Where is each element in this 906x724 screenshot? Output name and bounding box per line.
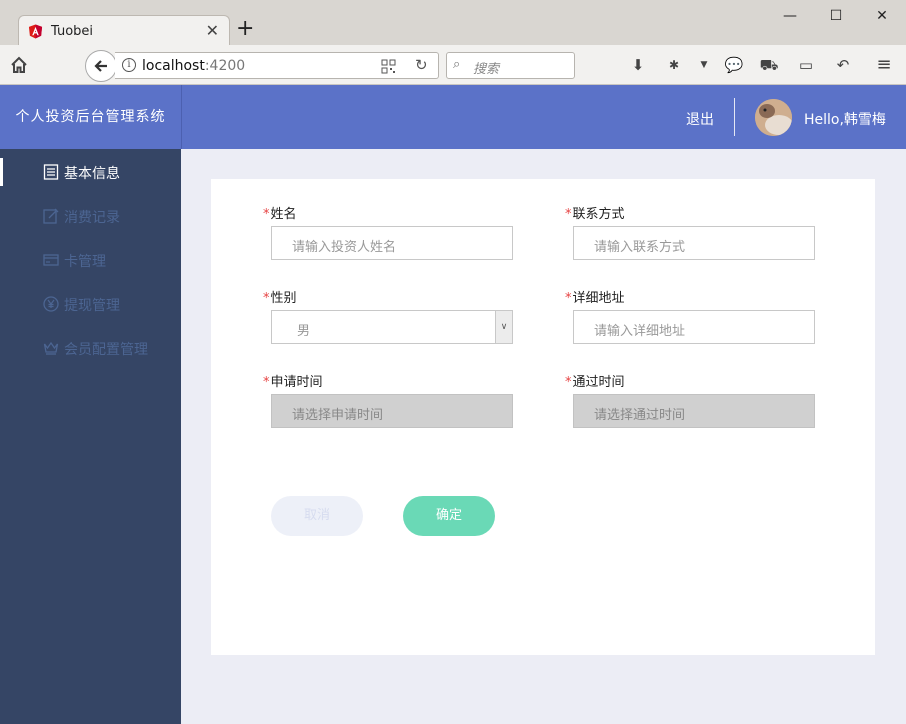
info-icon[interactable]: i xyxy=(122,58,136,72)
new-tab-icon[interactable]: + xyxy=(236,18,254,40)
url-bar[interactable]: i localhost:4200 ↻ xyxy=(115,52,439,79)
address-label: *详细地址 xyxy=(565,291,625,306)
download-icon[interactable]: ⬇ xyxy=(626,53,650,77)
sidebar: 基本信息 消费记录 卡管理 提现管理 会员配置管理 xyxy=(0,149,181,724)
sidebar-item-label: 消费记录 xyxy=(64,210,120,226)
apply-time-placeholder: 请选择申请时间 xyxy=(292,408,384,423)
home-icon[interactable] xyxy=(7,53,31,77)
edit-icon xyxy=(43,208,59,224)
header-divider xyxy=(734,98,735,136)
sidebar-item-member-config[interactable]: 会员配置管理 xyxy=(0,326,181,370)
pass-time-picker[interactable]: 请选择通过时间 xyxy=(573,394,815,428)
pass-time-placeholder: 请选择通过时间 xyxy=(594,408,686,423)
sidebar-item-consumption[interactable]: 消费记录 xyxy=(0,194,181,238)
avatar[interactable] xyxy=(755,99,792,136)
sidebar-item-label: 基本信息 xyxy=(64,166,120,182)
name-placeholder: 请输入投资人姓名 xyxy=(292,240,397,255)
crown-icon xyxy=(43,341,59,355)
apply-time-label: *申请时间 xyxy=(263,375,323,390)
maximize-icon[interactable]: ☐ xyxy=(826,6,846,26)
back-button[interactable] xyxy=(85,50,117,82)
card-icon xyxy=(43,254,59,266)
chat-icon[interactable]: 💬 xyxy=(722,53,746,77)
url-text: localhost:4200 xyxy=(142,58,246,74)
name-label: *姓名 xyxy=(263,207,297,222)
search-placeholder: 搜索 xyxy=(473,62,500,77)
gender-label: *性别 xyxy=(263,291,297,306)
sidebar-item-cards[interactable]: 卡管理 xyxy=(0,238,181,282)
contact-input[interactable]: 请输入联系方式 xyxy=(573,226,815,260)
reload-icon[interactable]: ↻ xyxy=(415,56,428,74)
sidebar-item-label: 会员配置管理 xyxy=(64,342,148,358)
confirm-button[interactable]: 确定 xyxy=(403,496,495,536)
sidebar-toggle-icon[interactable]: ▭ xyxy=(794,53,818,77)
user-greeting: Hello,韩雪梅 xyxy=(804,112,886,128)
extension-icon[interactable]: ✱ xyxy=(662,53,686,77)
train-icon[interactable]: ⛟ xyxy=(757,53,781,77)
gender-select[interactable]: 男 ∨ xyxy=(271,310,513,344)
app-header: 个人投资后台管理系统 退出 Hello,韩雪梅 xyxy=(0,85,906,149)
chevron-down-icon[interactable]: ∨ xyxy=(495,311,512,343)
search-bar[interactable]: ⌕ 搜索 xyxy=(446,52,575,79)
minimize-icon[interactable]: — xyxy=(780,6,800,26)
undo-icon[interactable]: ↶ xyxy=(831,53,855,77)
menu-icon[interactable]: ≡ xyxy=(872,53,896,77)
browser-titlebar: Tuobei ✕ + — ☐ ✕ xyxy=(0,0,906,46)
contact-placeholder: 请输入联系方式 xyxy=(594,240,686,255)
browser-navbar: i localhost:4200 ↻ ⌕ 搜索 ⬇ ✱ ▼ 💬 ⛟ ▭ ↶ ≡ xyxy=(0,45,906,85)
qr-code-icon[interactable] xyxy=(381,59,396,74)
back-arrow-icon xyxy=(94,60,107,72)
address-placeholder: 请输入详细地址 xyxy=(594,324,686,339)
address-input[interactable]: 请输入详细地址 xyxy=(573,310,815,344)
dropdown-icon[interactable]: ▼ xyxy=(692,53,716,77)
logout-link[interactable]: 退出 xyxy=(686,109,714,129)
system-title: 个人投资后台管理系统 xyxy=(0,85,181,149)
document-icon xyxy=(43,164,59,180)
gender-value: 男 xyxy=(297,324,311,339)
sidebar-item-basic-info[interactable]: 基本信息 xyxy=(0,150,181,194)
window-close-icon[interactable]: ✕ xyxy=(872,6,892,26)
tab-title: Tuobei xyxy=(51,24,94,39)
top-bar: 退出 Hello,韩雪梅 xyxy=(181,85,906,149)
sidebar-item-label: 提现管理 xyxy=(64,298,120,314)
cancel-button[interactable]: 取消 xyxy=(271,496,363,536)
sidebar-item-withdraw[interactable]: 提现管理 xyxy=(0,282,181,326)
sidebar-item-label: 卡管理 xyxy=(64,254,106,270)
tab-close-icon[interactable]: ✕ xyxy=(206,21,219,40)
angular-icon xyxy=(28,24,43,39)
browser-tab[interactable]: Tuobei ✕ xyxy=(18,15,230,46)
pass-time-label: *通过时间 xyxy=(565,375,625,390)
search-icon: ⌕ xyxy=(453,57,461,72)
apply-time-picker[interactable]: 请选择申请时间 xyxy=(271,394,513,428)
name-input[interactable]: 请输入投资人姓名 xyxy=(271,226,513,260)
yen-icon xyxy=(43,296,59,312)
contact-label: *联系方式 xyxy=(565,207,625,222)
